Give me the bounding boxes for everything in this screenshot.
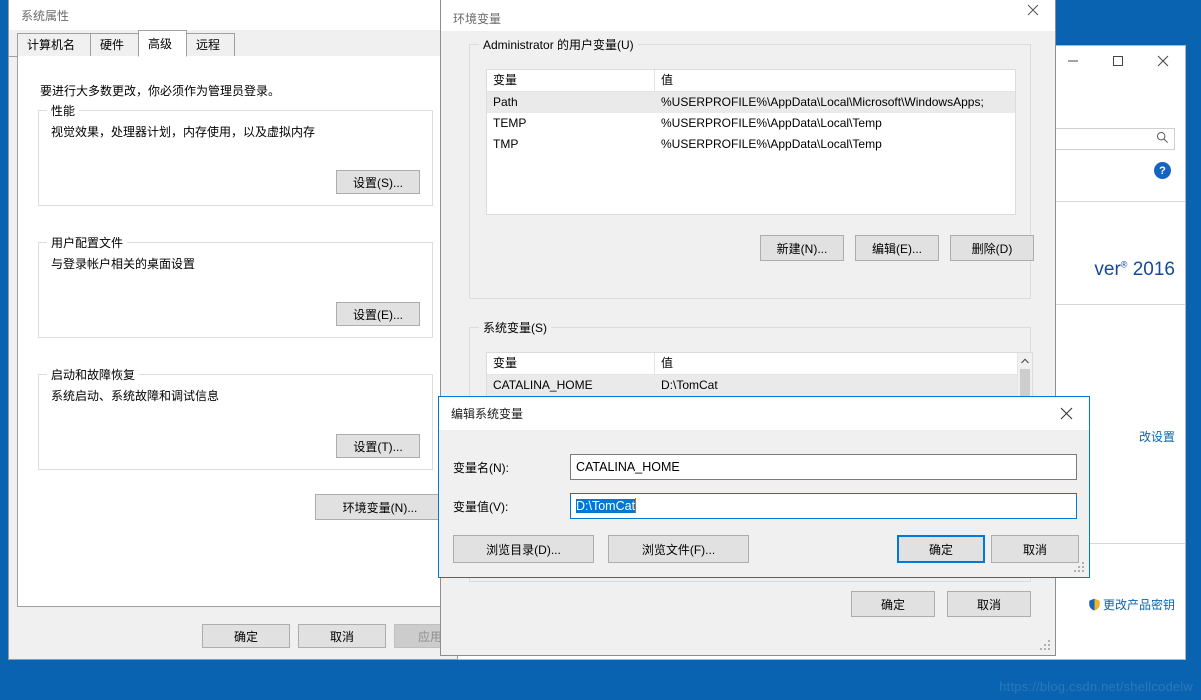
desktop: ? ver® 2016 改设置 更改产品密钥 https://blog.csdn… — [0, 0, 1201, 700]
new-user-variable-button[interactable]: 新建(N)... — [760, 235, 844, 261]
system-variables-header: 变量 值 — [487, 353, 1032, 375]
resize-grip[interactable] — [1040, 640, 1052, 652]
startup-recovery-description: 系统启动、系统故障和调试信息 — [51, 389, 220, 403]
environment-variables-button[interactable]: 环境变量(N)... — [315, 494, 445, 520]
startup-recovery-settings-button[interactable]: 设置(T)... — [336, 434, 420, 458]
variable-value-input-value: D:\TomCat — [576, 499, 636, 513]
user-profiles-group: 用户配置文件 与登录帐户相关的桌面设置 设置(E)... — [38, 234, 433, 338]
system-variables-col-value[interactable]: 值 — [655, 353, 1032, 374]
variable-name: CATALINA_HOME — [493, 378, 593, 392]
environment-variables-title: 环境变量 — [453, 12, 502, 26]
system-variables-col-name[interactable]: 变量 — [487, 353, 655, 374]
user-variables-col-value[interactable]: 值 — [655, 70, 1015, 91]
edit-variable-ok-button[interactable]: 确定 — [897, 535, 985, 563]
variable-name-input-value: CATALINA_HOME — [576, 460, 680, 474]
system-properties-titlebar: 系统属性 — [9, 0, 457, 30]
shield-icon — [1088, 598, 1101, 611]
performance-group-legend: 性能 — [47, 102, 80, 119]
delete-user-variable-button[interactable]: 删除(D) — [950, 235, 1034, 261]
startup-recovery-group-legend: 启动和故障恢复 — [47, 366, 140, 383]
scroll-up-icon[interactable] — [1018, 353, 1032, 368]
system-properties-tabstrip: 计算机名 硬件 高级 远程 — [9, 30, 457, 57]
user-profiles-group-legend: 用户配置文件 — [47, 234, 128, 251]
system-properties-cancel-button[interactable]: 取消 — [298, 624, 386, 648]
variable-name: TEMP — [493, 116, 527, 130]
environment-variables-titlebar: 环境变量 — [441, 0, 1055, 31]
user-profiles-description: 与登录帐户相关的桌面设置 — [51, 257, 196, 271]
variable-value-input[interactable]: D:\TomCat — [570, 493, 1077, 519]
close-icon[interactable] — [1010, 0, 1055, 30]
table-row[interactable]: TMP %USERPROFILE%\AppData\Local\Temp — [487, 134, 1015, 155]
browse-file-button[interactable]: 浏览文件(F)... — [608, 535, 749, 563]
system-variables-legend: 系统变量(S) — [479, 319, 551, 336]
change-product-key-link[interactable]: 更改产品密钥 — [1088, 596, 1175, 613]
user-variables-legend: Administrator 的用户变量(U) — [479, 36, 638, 53]
user-variables-listview[interactable]: 变量 值 Path %USERPROFILE%\AppData\Local\Mi… — [486, 69, 1016, 215]
variable-value: %USERPROFILE%\AppData\Local\Temp — [661, 116, 882, 130]
minimize-icon[interactable] — [1050, 47, 1095, 76]
advanced-tab-page: 要进行大多数更改，你必须作为管理员登录。 性能 视觉效果，处理器计划，内存使用，… — [17, 56, 449, 607]
performance-description: 视觉效果，处理器计划，内存使用，以及虚拟内存 — [51, 125, 316, 139]
text-caret — [635, 498, 637, 513]
variable-value: D:\TomCat — [661, 378, 718, 392]
search-icon — [1156, 131, 1169, 147]
change-product-key-label: 更改产品密钥 — [1102, 598, 1175, 612]
environment-variables-cancel-button[interactable]: 取消 — [947, 591, 1031, 617]
table-row[interactable]: Path %USERPROFILE%\AppData\Local\Microso… — [487, 92, 1015, 113]
user-variables-group: Administrator 的用户变量(U) 变量 值 Path %USERPR… — [469, 36, 1034, 299]
tab-hardware[interactable]: 硬件 — [90, 33, 139, 57]
help-icon[interactable]: ? — [1154, 162, 1171, 179]
edit-system-variable-title: 编辑系统变量 — [451, 407, 524, 421]
system-properties-dialog: 系统属性 计算机名 硬件 高级 远程 要进行大多数更改，你必须作为管理员登录。 … — [8, 0, 482, 660]
variable-name-label: 变量名(N): — [453, 461, 509, 475]
edit-system-variable-dialog: 编辑系统变量 变量名(N): CATALINA_HOME 变量值(V): D:\… — [438, 396, 1090, 578]
system-properties-title: 系统属性 — [21, 8, 70, 23]
watermark: https://blog.csdn.net/shellcodelw — [999, 679, 1193, 694]
table-row[interactable]: CATALINA_HOME D:\TomCat — [487, 375, 1032, 396]
tab-computer-name[interactable]: 计算机名 — [17, 33, 91, 57]
variable-value: %USERPROFILE%\AppData\Local\Microsoft\Wi… — [661, 95, 984, 109]
user-variables-col-name[interactable]: 变量 — [487, 70, 655, 91]
maximize-icon[interactable] — [1095, 47, 1140, 76]
browse-directory-button[interactable]: 浏览目录(D)... — [453, 535, 594, 563]
edit-variable-cancel-button[interactable]: 取消 — [991, 535, 1079, 563]
admin-note: 要进行大多数更改，你必须作为管理员登录。 — [40, 84, 281, 98]
edit-system-variable-titlebar: 编辑系统变量 — [439, 397, 1089, 430]
tab-remote[interactable]: 远程 — [186, 33, 235, 57]
close-icon[interactable] — [1044, 397, 1089, 429]
resize-grip[interactable] — [1074, 562, 1086, 574]
control-panel-search-input[interactable] — [1055, 128, 1175, 150]
windows-edition-text: ver® 2016 — [1094, 259, 1175, 280]
environment-variables-ok-button[interactable]: 确定 — [851, 591, 935, 617]
system-properties-ok-button[interactable]: 确定 — [202, 624, 290, 648]
user-profiles-settings-button[interactable]: 设置(E)... — [336, 302, 420, 326]
variable-value-label: 变量值(V): — [453, 500, 509, 514]
variable-value: %USERPROFILE%\AppData\Local\Temp — [661, 137, 882, 151]
startup-recovery-group: 启动和故障恢复 系统启动、系统故障和调试信息 设置(T)... — [38, 366, 433, 470]
close-icon[interactable] — [1140, 47, 1185, 76]
tab-advanced[interactable]: 高级 — [138, 30, 187, 57]
variable-name: TMP — [493, 137, 519, 151]
variable-name-input[interactable]: CATALINA_HOME — [570, 454, 1077, 480]
performance-settings-button[interactable]: 设置(S)... — [336, 170, 420, 194]
variable-name: Path — [493, 95, 518, 109]
change-settings-link[interactable]: 改设置 — [1139, 428, 1175, 445]
user-variables-header: 变量 值 — [487, 70, 1015, 92]
edit-user-variable-button[interactable]: 编辑(E)... — [855, 235, 939, 261]
table-row[interactable]: TEMP %USERPROFILE%\AppData\Local\Temp — [487, 113, 1015, 134]
performance-group: 性能 视觉效果，处理器计划，内存使用，以及虚拟内存 设置(S)... — [38, 102, 433, 206]
